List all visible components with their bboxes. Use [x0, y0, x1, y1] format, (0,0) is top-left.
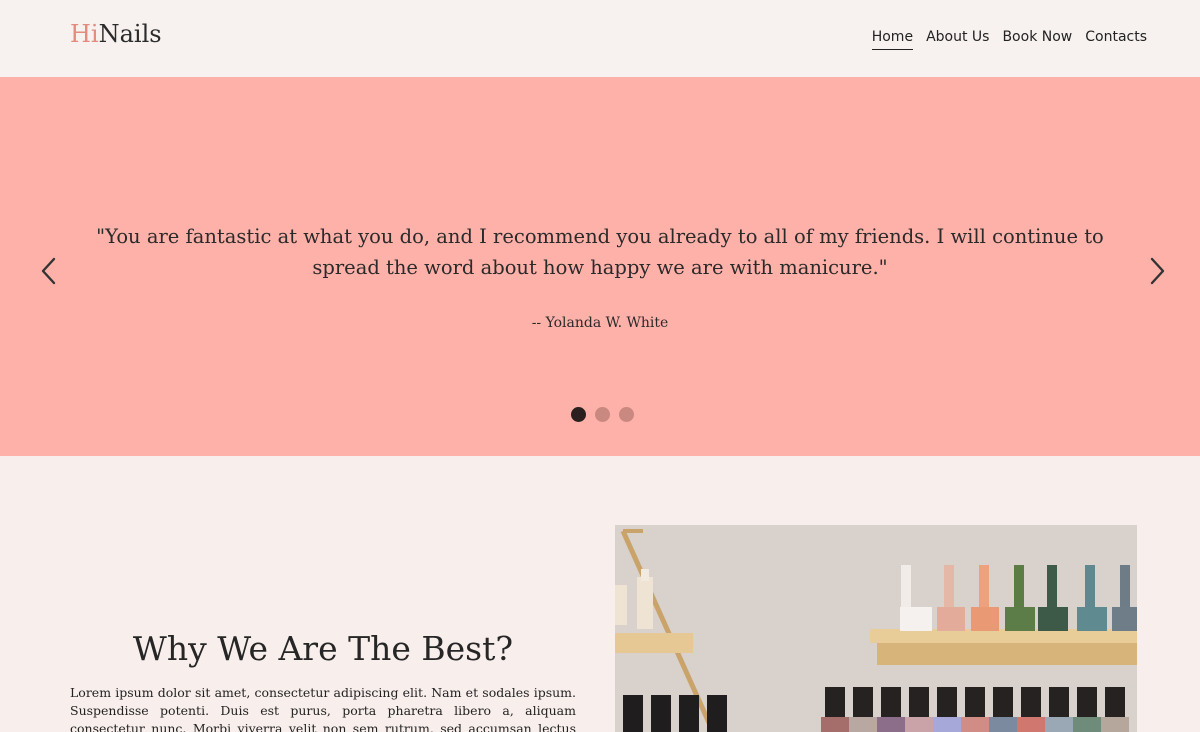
- nav-book-now[interactable]: Book Now: [1002, 28, 1072, 50]
- section-title: Why We Are The Best?: [132, 629, 514, 668]
- nail-polish-shelves-image: [615, 525, 1137, 732]
- section-body: Lorem ipsum dolor sit amet, consectetur …: [70, 685, 576, 732]
- chevron-right-icon: [1150, 257, 1165, 285]
- nav-contacts[interactable]: Contacts: [1085, 28, 1147, 50]
- testimonial-quote: "You are fantastic at what you do, and I…: [96, 225, 1104, 279]
- site-header: HiNails Home About Us Book Now Contacts: [0, 0, 1200, 77]
- nail-polish-photo: [615, 525, 1137, 732]
- nav-home[interactable]: Home: [871, 28, 914, 50]
- slide-dot-1[interactable]: [571, 407, 586, 422]
- next-slide-button[interactable]: [1142, 253, 1172, 289]
- testimonial-slider: "You are fantastic at what you do, and I…: [0, 77, 1200, 456]
- logo-text: Nails: [98, 20, 162, 48]
- nav-about-us[interactable]: About Us: [926, 28, 989, 50]
- slide-dot-3[interactable]: [619, 407, 634, 422]
- main-nav: Home About Us Book Now Contacts: [871, 28, 1147, 50]
- slider-dots: [571, 407, 634, 422]
- logo-accent: Hi: [70, 20, 99, 48]
- slide-dot-2[interactable]: [595, 407, 610, 422]
- testimonial-author: -- Yolanda W. White: [531, 315, 669, 331]
- site-logo[interactable]: HiNails: [70, 18, 162, 50]
